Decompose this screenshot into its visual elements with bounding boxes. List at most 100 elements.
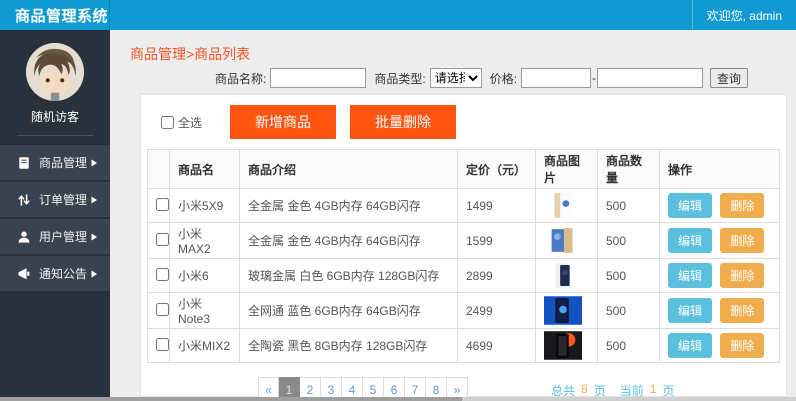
product-desc: 全金属 金色 4GB内存 64GB闪存 [239, 222, 458, 259]
price-range-dash: - [592, 71, 597, 85]
sidebar: 随机访客 商品管理 订单管理 用户管理 通知公告 [0, 30, 110, 397]
product-desc: 全金属 金色 4GB内存 64GB闪存 [239, 188, 458, 223]
product-type-label: 商品类型: [374, 71, 426, 86]
delete-button[interactable]: 删除 [720, 298, 765, 323]
table-row: 小米Note3 全网通 蓝色 6GB内存 64GB闪存 2499 500 编辑 … [147, 292, 780, 329]
product-price: 1499 [457, 188, 536, 223]
breadcrumb: 商品管理>商品列表 [130, 46, 251, 62]
product-management-app: 商品管理系统 欢迎您, admin 随机访客 商品管理 订单管理 用户管理 通知… [0, 0, 796, 401]
column-header-image: 商品图片 [535, 149, 598, 189]
delete-button[interactable]: 删除 [720, 228, 765, 253]
main-content: 商品管理>商品列表 商品名称: 商品类型: 请选择 价格: - 查询 全选 新增… [110, 30, 796, 401]
sidebar-menu: 商品管理 订单管理 用户管理 通知公告 [0, 145, 110, 291]
product-qty: 500 [597, 328, 660, 363]
product-name-label: 商品名称: [215, 71, 267, 86]
chevron-right-icon [91, 270, 97, 277]
row-checkbox[interactable] [156, 302, 169, 316]
table-row: 小米MIX2 全陶瓷 黑色 8GB内存 128GB闪存 4699 500 编辑 … [147, 328, 780, 363]
add-product-button[interactable]: 新增商品 [230, 105, 337, 139]
price-min-input[interactable] [521, 68, 592, 88]
delete-button[interactable]: 删除 [720, 193, 765, 218]
announcement-icon [18, 267, 30, 279]
product-price: 2899 [457, 258, 536, 293]
sidebar-username: 随机访客 [30, 110, 79, 124]
sidebar-item-label: 订单管理 [39, 193, 88, 207]
query-button[interactable]: 查询 [710, 68, 749, 88]
product-qty: 500 [597, 292, 660, 329]
chevron-right-icon [91, 159, 97, 166]
batch-delete-button[interactable]: 批量删除 [350, 105, 457, 139]
product-desc: 全网通 蓝色 6GB内存 64GB闪存 [239, 292, 458, 329]
select-all-label: 全选 [178, 115, 203, 130]
total-pages-value: 8 [581, 381, 588, 396]
sidebar-item-orders[interactable]: 订单管理 [0, 182, 110, 217]
sidebar-item-users[interactable]: 用户管理 [0, 219, 110, 254]
product-name: 小米MAX2 [169, 222, 240, 259]
row-checkbox[interactable] [156, 232, 169, 246]
edit-button[interactable]: 编辑 [668, 333, 713, 358]
product-price: 4699 [457, 328, 536, 363]
column-header-name: 商品名 [169, 149, 240, 189]
current-page-value: 1 [649, 381, 657, 396]
product-image [544, 191, 582, 220]
current-label: 当前 [619, 383, 644, 398]
product-desc: 全陶瓷 黑色 8GB内存 128GB闪存 [239, 328, 458, 363]
total-label: 总共 [551, 383, 576, 398]
product-table: 商品名 商品介绍 定价（元） 商品图片 商品数量 操作 小米5X9 全金属 金色… [147, 149, 780, 363]
row-checkbox[interactable] [156, 267, 169, 281]
column-header-price: 定价（元） [457, 149, 536, 189]
orders-icon [18, 193, 30, 206]
product-type-select[interactable]: 请选择 [429, 68, 482, 88]
sidebar-item-products[interactable]: 商品管理 [0, 145, 110, 180]
edit-button[interactable]: 编辑 [668, 298, 713, 323]
product-name: 小米5X9 [169, 188, 240, 223]
column-header-qty: 商品数量 [597, 149, 660, 189]
chevron-right-icon [91, 196, 97, 203]
product-qty: 500 [597, 258, 660, 293]
checkbox-column-header [147, 149, 170, 189]
product-name: 小米Note3 [169, 292, 240, 329]
product-name: 小米6 [169, 258, 240, 293]
product-image [544, 296, 582, 325]
row-checkbox[interactable] [156, 197, 169, 211]
total-unit: 页 [593, 383, 606, 398]
product-name-input[interactable] [270, 68, 367, 88]
pagination-summary: 总共 8 页 当前 1 页 [551, 382, 674, 399]
edit-button[interactable]: 编辑 [668, 193, 713, 218]
users-icon [18, 231, 30, 243]
current-unit: 页 [662, 383, 675, 398]
horizontal-scrollbar-thumb[interactable] [0, 397, 462, 401]
product-price: 1599 [457, 222, 536, 259]
horizontal-scrollbar[interactable] [0, 397, 796, 401]
price-max-input[interactable] [597, 68, 704, 88]
avatar [26, 43, 84, 101]
product-image [544, 331, 582, 360]
top-header: 商品管理系统 欢迎您, admin [0, 0, 796, 30]
column-header-desc: 商品介绍 [239, 149, 458, 189]
table-header-row: 商品名 商品介绍 定价（元） 商品图片 商品数量 操作 [147, 149, 780, 189]
product-image [544, 261, 582, 290]
filter-bar: 商品名称: 商品类型: 请选择 价格: - 查询 [215, 67, 749, 89]
delete-button[interactable]: 删除 [720, 333, 765, 358]
product-qty: 500 [597, 222, 660, 259]
table-row: 小米6 玻璃金属 白色 6GB内存 128GB闪存 2899 500 编辑 删除 [147, 258, 780, 293]
toolbar: 全选 新增商品 批量删除 [141, 95, 786, 149]
chevron-right-icon [91, 233, 97, 240]
avatar-wrap: 随机访客 [0, 30, 110, 136]
edit-button[interactable]: 编辑 [668, 228, 713, 253]
product-image [544, 226, 582, 255]
select-all-checkbox[interactable] [161, 115, 174, 129]
sidebar-item-label: 通知公告 [39, 267, 88, 281]
sidebar-divider [17, 135, 93, 136]
edit-button[interactable]: 编辑 [668, 263, 713, 288]
column-header-actions: 操作 [659, 149, 780, 189]
row-checkbox[interactable] [156, 337, 169, 351]
table-row: 小米MAX2 全金属 金色 4GB内存 64GB闪存 1599 500 编辑 删… [147, 222, 780, 259]
product-icon [19, 156, 29, 169]
sidebar-item-announcements[interactable]: 通知公告 [0, 256, 110, 291]
delete-button[interactable]: 删除 [720, 263, 765, 288]
welcome-user[interactable]: 欢迎您, admin [691, 0, 796, 30]
product-name: 小米MIX2 [169, 328, 240, 363]
table-row: 小米5X9 全金属 金色 4GB内存 64GB闪存 1499 500 编辑 删除 [147, 188, 780, 223]
product-qty: 500 [597, 188, 660, 223]
